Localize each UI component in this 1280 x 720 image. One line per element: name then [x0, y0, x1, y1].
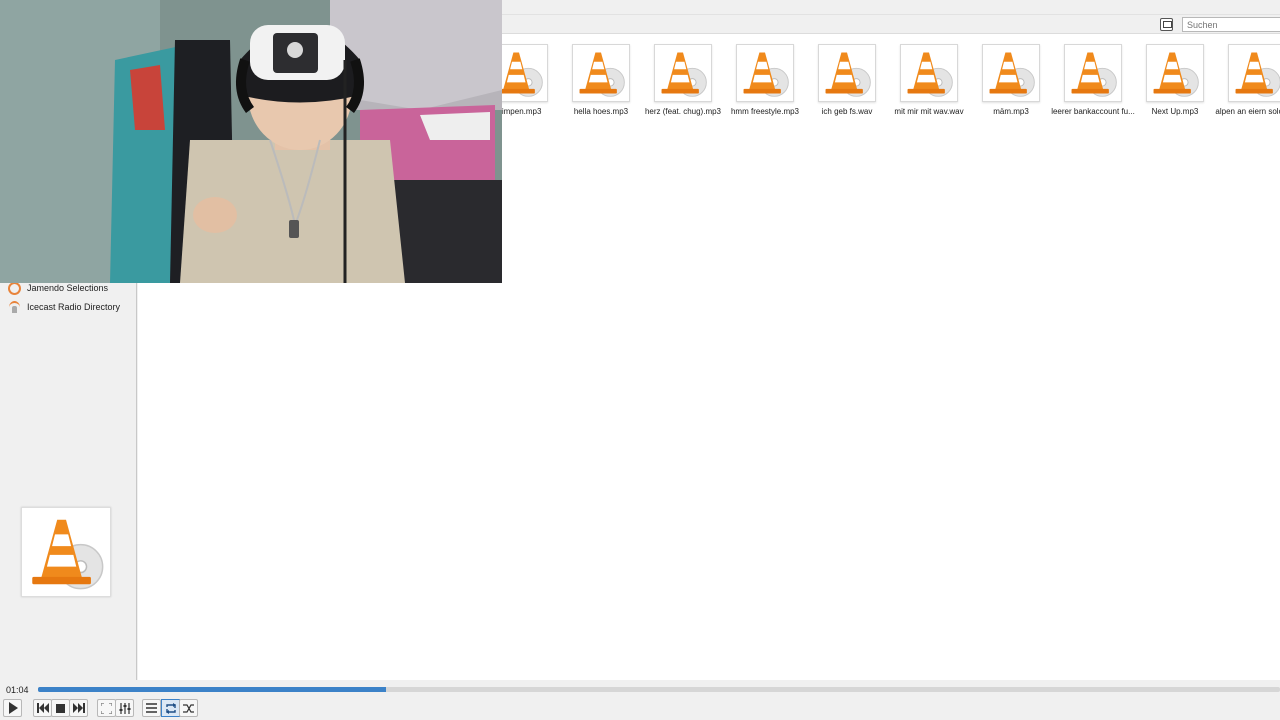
stop-button[interactable]	[51, 699, 70, 717]
loop-icon	[165, 702, 176, 714]
previous-button[interactable]	[33, 699, 52, 717]
loop-button[interactable]	[161, 699, 180, 717]
media-file-name: mäm.mp3	[993, 107, 1029, 116]
media-file-name: mit mir mit wav.wav	[894, 107, 964, 116]
webcam-overlay	[0, 0, 502, 283]
equalizer-button[interactable]	[115, 699, 134, 717]
media-thumbnail	[654, 44, 712, 102]
media-file-name: alpen an eiern solo.m...	[1215, 107, 1280, 116]
media-thumbnail	[1228, 44, 1280, 102]
album-art	[21, 507, 111, 597]
media-thumbnail	[982, 44, 1040, 102]
shuffle-icon	[182, 703, 194, 713]
media-file-name: hella hoes.mp3	[573, 107, 629, 116]
fullscreen-button[interactable]	[97, 699, 116, 717]
media-tile[interactable]: herz (feat. chug).mp3	[642, 44, 724, 124]
vlc-window: Jamendo Selections Icecast Radio Directo…	[0, 0, 1280, 720]
vlc-cone-icon	[579, 52, 625, 97]
shuffle-button[interactable]	[179, 699, 198, 717]
media-thumbnail	[572, 44, 630, 102]
media-file-name: Next Up.mp3	[1151, 107, 1199, 116]
seek-progress	[38, 687, 386, 692]
playlist-button[interactable]	[142, 699, 161, 717]
jamendo-icon	[8, 281, 21, 295]
vlc-cone-icon	[1153, 52, 1199, 97]
next-button[interactable]	[69, 699, 88, 717]
play-icon	[8, 702, 18, 714]
equalizer-icon	[119, 702, 130, 714]
media-tile[interactable]: hmm freestyle.mp3	[724, 44, 806, 124]
fullscreen-icon	[101, 702, 112, 714]
vlc-cone-icon	[907, 52, 953, 97]
icecast-icon	[8, 300, 21, 314]
media-file-name: hmm freestyle.mp3	[730, 107, 800, 116]
webcam-image	[0, 0, 502, 283]
media-thumbnail	[1064, 44, 1122, 102]
vlc-cone-icon	[1071, 52, 1117, 97]
search-input[interactable]	[1182, 17, 1280, 32]
media-tile[interactable]: mit mir mit wav.wav	[888, 44, 970, 124]
stop-icon	[56, 703, 65, 713]
sidebar-item-label: Icecast Radio Directory	[27, 302, 121, 312]
media-tile[interactable]: ich geb fs.wav	[806, 44, 888, 124]
media-tile[interactable]: hella hoes.mp3	[560, 44, 642, 124]
play-button[interactable]	[3, 699, 22, 717]
sidebar-item-icecast[interactable]: Icecast Radio Directory	[8, 299, 120, 315]
media-tile[interactable]: Next Up.mp3	[1134, 44, 1216, 124]
previous-icon	[36, 703, 49, 713]
media-file-name: ich geb fs.wav	[821, 107, 873, 116]
media-file-name: herz (feat. chug).mp3	[644, 107, 722, 116]
next-icon	[72, 703, 85, 713]
vlc-cone-icon	[743, 52, 789, 97]
vlc-cone-icon	[825, 52, 871, 97]
vlc-cone-icon	[1235, 52, 1280, 97]
vlc-cone-icon	[32, 519, 104, 590]
seek-slider[interactable]	[38, 687, 1280, 692]
media-file-name: leerer bankaccount fu...	[1051, 107, 1135, 116]
sidebar-item-label: Jamendo Selections	[27, 283, 109, 293]
elapsed-time: 01:04	[6, 685, 29, 695]
playback-controls: 01:04	[0, 680, 1280, 720]
media-thumbnail	[818, 44, 876, 102]
vlc-cone-icon	[661, 52, 707, 97]
media-thumbnail	[900, 44, 958, 102]
media-tile[interactable]: alpen an eiern solo.m...	[1215, 44, 1280, 124]
vlc-cone-icon	[989, 52, 1035, 97]
view-mode-icon[interactable]	[1160, 18, 1173, 31]
media-tile[interactable]: mäm.mp3	[970, 44, 1052, 124]
media-thumbnail	[736, 44, 794, 102]
media-tile[interactable]: leerer bankaccount fu...	[1051, 44, 1135, 124]
media-thumbnail	[1146, 44, 1204, 102]
playlist-icon	[146, 703, 157, 713]
